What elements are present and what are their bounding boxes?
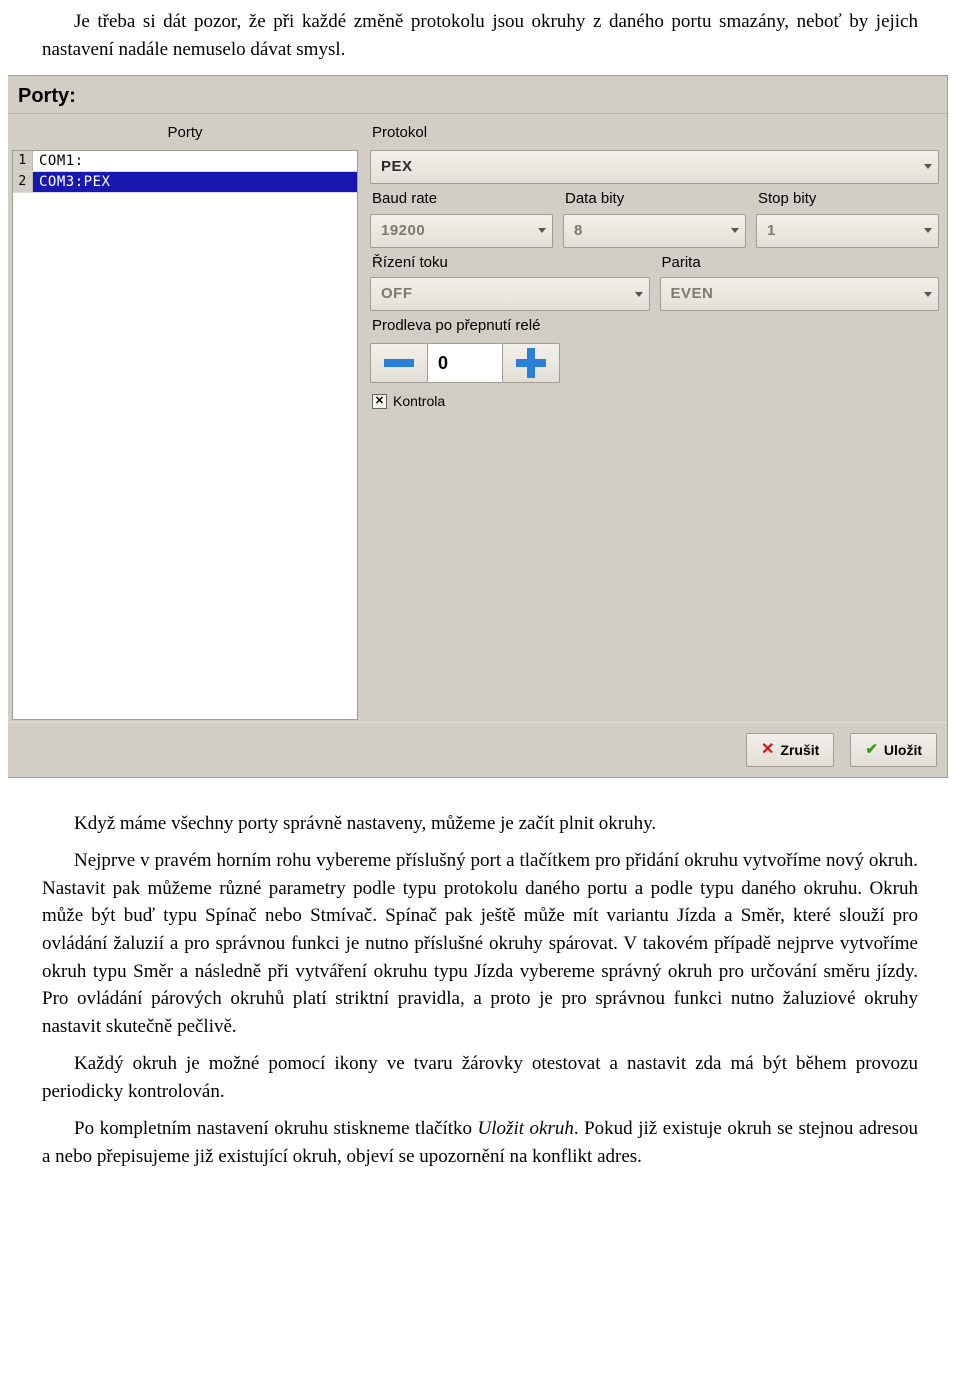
plus-icon — [516, 348, 546, 378]
port-list[interactable]: 1 COM1: 2 COM3:PEX — [12, 150, 358, 720]
save-label: Uložit — [884, 740, 922, 760]
baud-label: Baud rate — [370, 186, 553, 214]
delay-label: Prodleva po přepnutí relé — [370, 313, 939, 341]
port-list-item[interactable]: 1 COM1: — [13, 151, 357, 172]
doc-paragraph: Nejprve v pravém horním rohu vybereme př… — [42, 847, 918, 1040]
save-button[interactable]: ✔ Uložit — [850, 733, 937, 767]
flow-value: OFF — [381, 283, 413, 305]
parity-value: EVEN — [671, 283, 714, 305]
ports-dialog: Porty: Porty 1 COM1: 2 COM3:PEX Protokol… — [8, 75, 948, 778]
flow-select[interactable]: OFF — [370, 277, 650, 311]
stepper-minus-button[interactable] — [370, 343, 428, 383]
row-number: 1 — [13, 151, 33, 171]
chevron-down-icon — [924, 228, 932, 233]
chevron-down-icon — [635, 292, 643, 297]
baud-value: 19200 — [381, 220, 425, 242]
delay-value[interactable]: 0 — [428, 343, 502, 383]
doc-paragraph: Je třeba si dát pozor, že při každé změn… — [42, 8, 918, 63]
stopbits-select[interactable]: 1 — [756, 214, 939, 248]
dialog-title: Porty: — [8, 76, 947, 114]
baud-select[interactable]: 19200 — [370, 214, 553, 248]
flow-label: Řízení toku — [370, 250, 650, 278]
doc-text-em: Uložit okruh — [478, 1118, 574, 1139]
chevron-down-icon — [538, 228, 546, 233]
parity-select[interactable]: EVEN — [660, 277, 940, 311]
doc-paragraph: Každý okruh je možné pomocí ikony ve tva… — [42, 1050, 918, 1105]
port-list-item[interactable]: 2 COM3:PEX — [13, 172, 357, 193]
databits-value: 8 — [574, 220, 583, 242]
port-list-header: Porty — [12, 118, 358, 150]
cancel-label: Zrušit — [780, 740, 819, 760]
chevron-down-icon — [924, 164, 932, 169]
port-settings-form: Protokol PEX Baud rate 19200 Data bity 8 — [370, 118, 939, 720]
protocol-value: PEX — [381, 156, 413, 178]
parity-label: Parita — [660, 250, 940, 278]
doc-text-span: Po kompletním nastavení okruhu stiskneme… — [74, 1118, 478, 1139]
chevron-down-icon — [924, 292, 932, 297]
stopbits-value: 1 — [767, 220, 776, 242]
chevron-down-icon — [731, 228, 739, 233]
doc-paragraph: Když máme všechny porty správně nastaven… — [42, 810, 918, 838]
protocol-select[interactable]: PEX — [370, 150, 939, 184]
kontrola-checkbox[interactable]: ✕ — [372, 394, 387, 409]
close-icon: ✕ — [761, 738, 774, 761]
protocol-label: Protokol — [370, 120, 939, 148]
dialog-footer: ✕ Zrušit ✔ Uložit — [8, 722, 947, 777]
check-icon: ✔ — [865, 739, 878, 761]
kontrola-label: Kontrola — [393, 391, 445, 411]
stopbits-label: Stop bity — [756, 186, 939, 214]
port-name: COM1: — [33, 151, 357, 171]
row-number: 2 — [13, 172, 33, 192]
cancel-button[interactable]: ✕ Zrušit — [746, 733, 834, 767]
databits-label: Data bity — [563, 186, 746, 214]
minus-icon — [384, 359, 414, 367]
delay-stepper: 0 — [370, 343, 939, 383]
stepper-plus-button[interactable] — [502, 343, 560, 383]
port-list-column: Porty 1 COM1: 2 COM3:PEX — [12, 118, 358, 720]
port-name: COM3:PEX — [33, 172, 357, 192]
databits-select[interactable]: 8 — [563, 214, 746, 248]
doc-paragraph: Po kompletním nastavení okruhu stiskneme… — [42, 1115, 918, 1170]
